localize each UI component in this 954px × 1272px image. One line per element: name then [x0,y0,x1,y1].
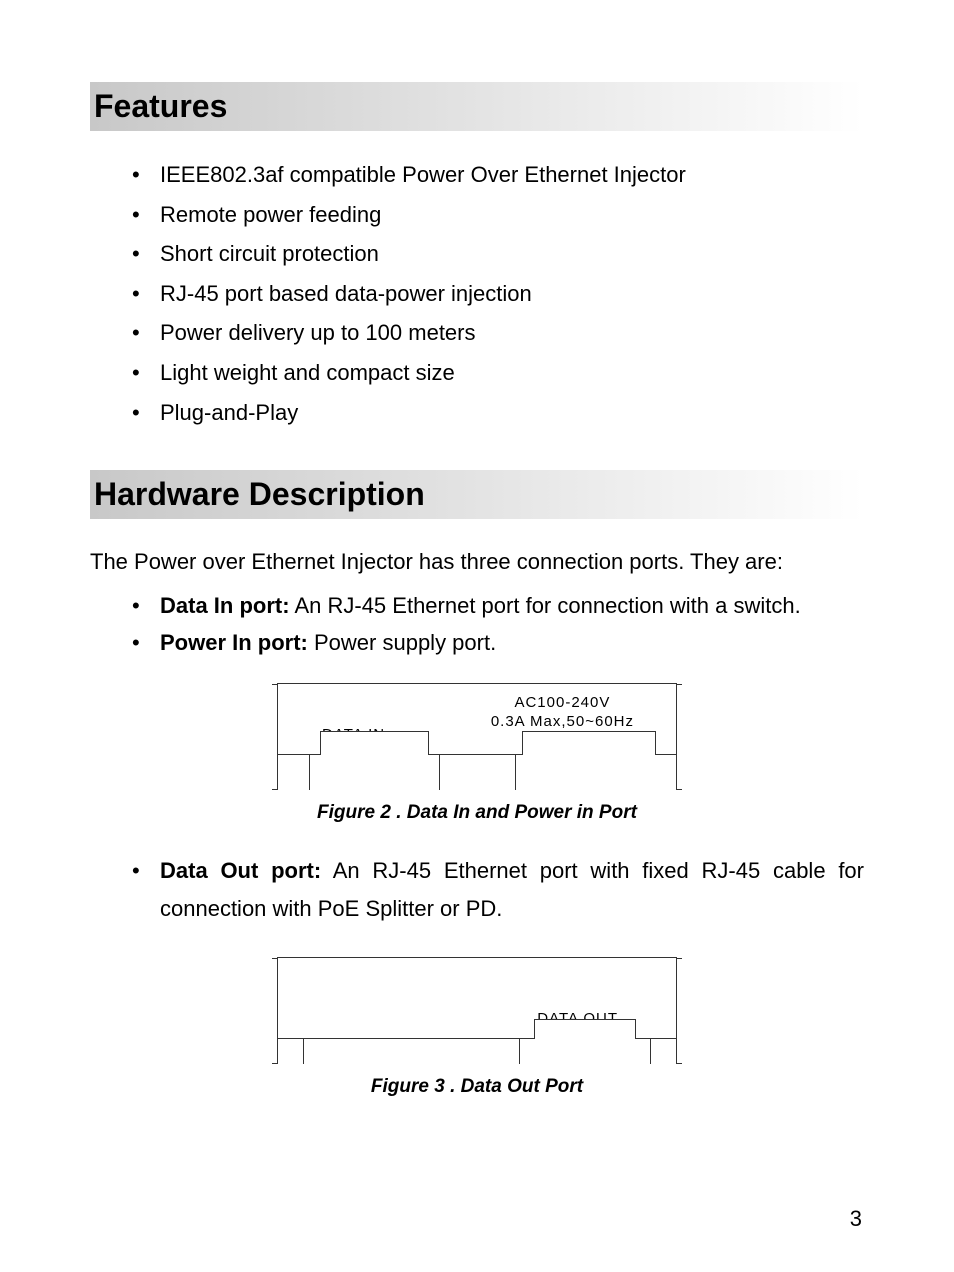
data-in-port-slot [310,755,440,790]
device-diagram-data-in: AC100-240V 0.3A Max,50~60Hz DATA IN [277,683,677,790]
port-label: Data Out port: [160,858,321,883]
rj45-port-icon [534,1019,636,1039]
edge-decoration [676,684,682,790]
features-heading: Features [90,82,864,131]
figure-3-caption: Figure 3 . Data Out Port [90,1076,864,1098]
port-edge [278,1039,304,1064]
edge-decoration [676,958,682,1064]
feature-item: Remote power feeding [132,195,864,235]
hardware-intro-text: The Power over Ethernet Injector has thr… [90,543,864,580]
feature-item: RJ-45 port based data-power injection [132,274,864,314]
port-spacer [440,755,516,790]
port-label: Power In port: [160,630,308,655]
port-edge [278,755,310,790]
page-number: 3 [850,1206,862,1232]
power-port-icon [522,731,656,755]
feature-item: Power delivery up to 100 meters [132,313,864,353]
feature-item: IEEE802.3af compatible Power Over Ethern… [132,155,864,195]
port-item-data-out: Data Out port: An RJ-45 Ethernet port wi… [132,852,864,927]
power-spec-label: AC100-240V 0.3A Max,50~60Hz [491,694,634,732]
port-desc: An RJ-45 Ethernet port for connection wi… [290,593,801,618]
figure-2-caption: Figure 2 . Data In and Power in Port [90,802,864,824]
port-label: Data In port: [160,593,290,618]
feature-item: Light weight and compact size [132,353,864,393]
hardware-description-heading: Hardware Description [90,470,864,519]
document-page: Features IEEE802.3af compatible Power Ov… [0,0,954,1272]
device-diagram-data-out: DATA OUT [277,957,677,1064]
port-spacer [304,1039,520,1064]
features-list: IEEE802.3af compatible Power Over Ethern… [90,155,864,432]
data-out-port-slot [520,1039,650,1064]
rj45-port-icon [320,731,429,755]
power-spec-line1: AC100-240V [514,694,610,711]
port-item-data-in: Data In port: An RJ-45 Ethernet port for… [132,587,864,624]
ports-list-continued: Data Out port: An RJ-45 Ethernet port wi… [90,852,864,927]
port-item-power-in: Power In port: Power supply port. [132,624,864,661]
feature-item: Plug-and-Play [132,393,864,433]
power-spec-line2: 0.3A Max,50~60Hz [491,713,634,730]
power-port-slot [516,755,676,790]
port-edge [650,1039,676,1064]
figure-3: DATA OUT Figure 3 . Data Out Port [90,957,864,1098]
feature-item: Short circuit protection [132,234,864,274]
port-desc: Power supply port. [308,630,496,655]
ports-list: Data In port: An RJ-45 Ethernet port for… [90,587,864,662]
figure-2: AC100-240V 0.3A Max,50~60Hz DATA IN Figu… [90,683,864,824]
